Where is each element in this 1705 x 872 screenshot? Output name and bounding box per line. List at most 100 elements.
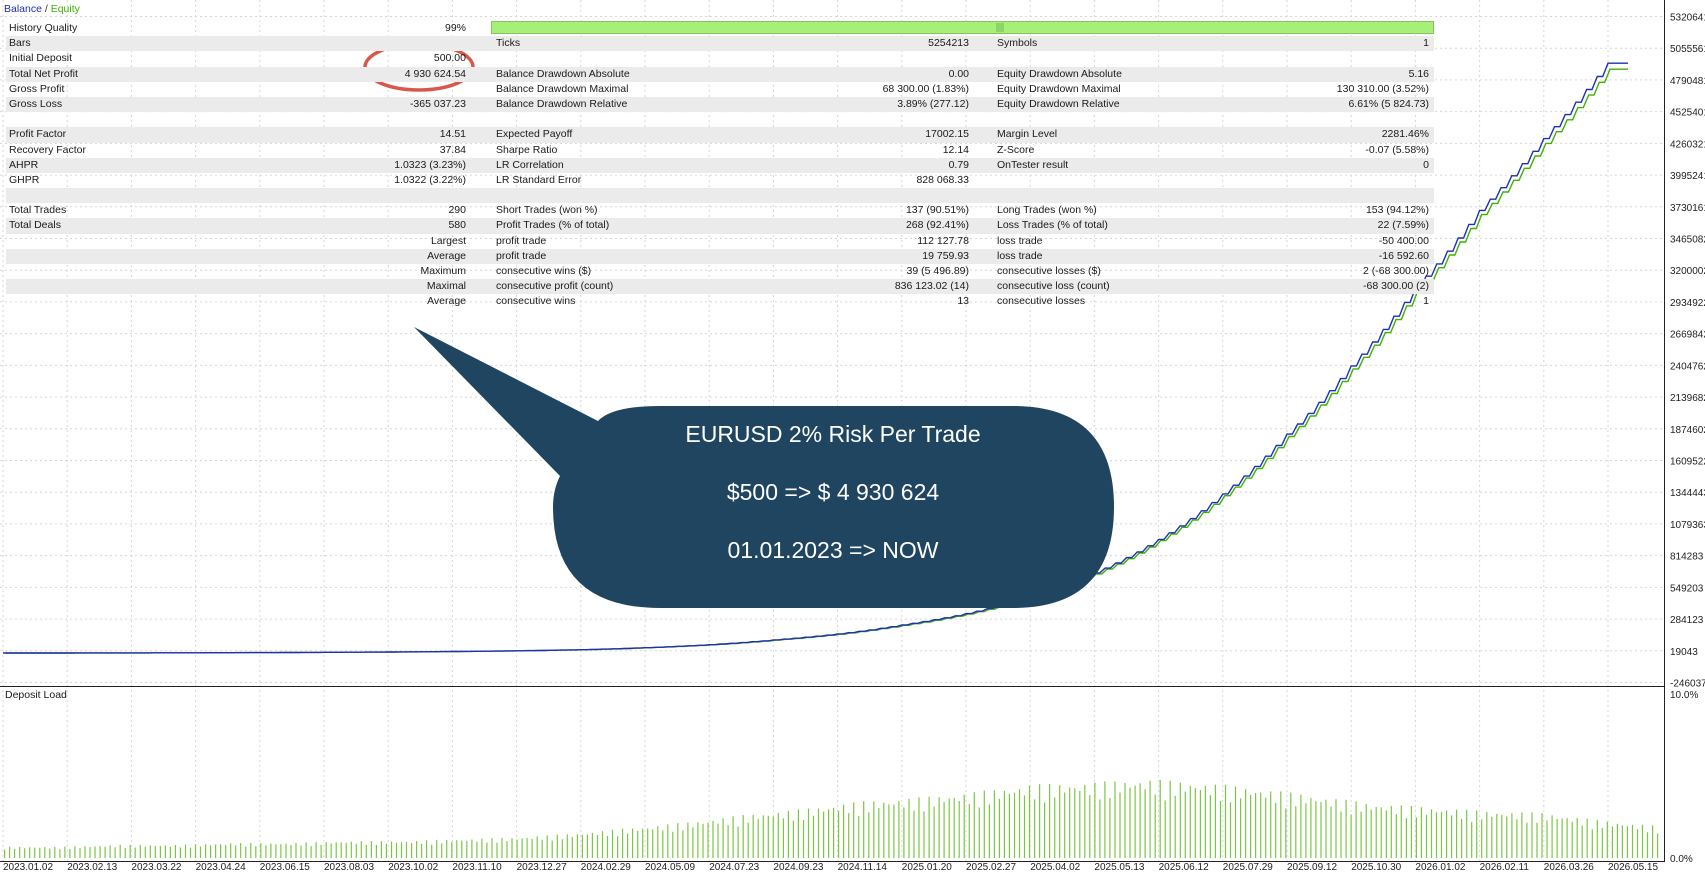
load-bar — [1280, 791, 1282, 858]
load-bar — [883, 802, 885, 858]
load-bar — [1194, 788, 1196, 858]
stats-cell: OnTester result — [997, 158, 1069, 171]
load-bar — [596, 835, 599, 858]
load-bar — [501, 837, 503, 858]
load-bar — [1375, 807, 1377, 858]
legend-balance[interactable]: Balance — [4, 3, 42, 15]
stats-cell: AHPR — [9, 158, 39, 171]
stats-cell: 290 — [448, 204, 466, 217]
stats-cell: profit trade — [496, 249, 547, 262]
load-bar — [1511, 813, 1513, 858]
load-bar — [913, 810, 915, 858]
load-bar — [843, 804, 845, 858]
stats-row: Total Trades 290 Short Trades (won %) 137 (… — [6, 203, 1434, 218]
load-bar — [707, 822, 709, 858]
stats-cell: 5254213 — [928, 37, 969, 50]
load-bar — [1285, 808, 1287, 858]
load-bar — [732, 816, 734, 858]
load-bar — [230, 843, 232, 858]
load-bar — [853, 802, 855, 858]
statistics-table: History Quality 99% Bars Ticks 5254213 Symbol… — [6, 21, 1434, 310]
load-bar — [858, 815, 860, 858]
stats-cell: Balance Drawdown Relative — [496, 97, 628, 110]
load-bar — [1270, 791, 1272, 858]
stats-cell: 2 (-68 300.00) — [1363, 265, 1429, 277]
stats-cell: 836 123.02 (14) — [894, 280, 969, 293]
stats-cell: 6.61% (5 824.73) — [1348, 97, 1429, 110]
x-tick-label: 2025.07.29 — [1223, 862, 1273, 872]
load-bar — [1405, 818, 1407, 858]
stats-row: Recovery Factor 37.84 Sharpe Ratio 12.14 Z-S… — [6, 143, 1434, 158]
stats-cell — [6, 279, 99, 294]
x-tick-label: 2023.08.03 — [324, 862, 374, 872]
load-bar — [637, 830, 639, 858]
stats-cell: Maximal — [426, 280, 466, 293]
load-bar — [1154, 794, 1156, 858]
stats-cell: Initial Deposit — [9, 52, 73, 65]
load-bar — [697, 822, 699, 858]
x-tick-label: 2024.11.14 — [838, 862, 888, 872]
load-bar — [642, 828, 644, 858]
load-bar — [1621, 825, 1623, 858]
load-bar — [722, 818, 724, 858]
load-bar — [59, 849, 61, 858]
load-bar — [471, 839, 473, 858]
load-bar — [1034, 799, 1036, 858]
load-bar — [1657, 833, 1659, 858]
stats-cell — [776, 112, 969, 127]
stats-cell: Z-Score — [997, 143, 1035, 156]
load-bar — [1616, 823, 1618, 858]
load-bar — [1189, 785, 1191, 858]
stats-cell: 1.0322 (3.22%) — [394, 173, 466, 186]
stats-cell — [969, 51, 1297, 66]
y-tick-label: 2669842 — [1670, 330, 1705, 341]
load-bar — [863, 801, 865, 858]
callout-line-3: 01.01.2023 => NOW — [727, 537, 939, 563]
load-bar — [210, 845, 212, 858]
load-bar — [1335, 799, 1337, 858]
load-bar — [672, 831, 674, 858]
load-bar — [702, 823, 704, 858]
load-bar — [571, 837, 573, 858]
load-bar — [767, 815, 769, 858]
x-tick-label: 2025.01.20 — [902, 862, 952, 872]
load-bar — [712, 820, 714, 858]
legend-equity[interactable]: Equity — [51, 3, 80, 15]
load-bar — [566, 834, 568, 858]
load-bar — [953, 798, 955, 858]
load-bar — [928, 796, 930, 858]
load-bar — [74, 846, 76, 858]
load-bar — [1069, 787, 1071, 858]
y-tick-label: 1344443 — [1670, 488, 1705, 499]
stats-cell: Ticks — [496, 37, 521, 50]
load-bar — [1355, 801, 1357, 858]
stats-cell: GHPR — [9, 173, 40, 186]
x-tick-label: 2023.01.02 — [3, 862, 53, 872]
load-bar — [1561, 818, 1563, 858]
load-bar — [405, 841, 408, 858]
load-bar — [958, 801, 960, 858]
stats-cell: 39 (5 496.89) — [906, 265, 969, 277]
y-tick-label: 19043 — [1670, 647, 1698, 658]
load-bar — [29, 847, 31, 858]
load-bar — [275, 844, 277, 858]
load-bar — [34, 847, 36, 858]
load-bar — [1214, 784, 1216, 858]
stats-cell: consecutive loss (count) — [997, 280, 1110, 293]
load-bar — [873, 801, 875, 858]
stats-cell: Equity Drawdown Absolute — [997, 67, 1122, 80]
load-bar — [1079, 791, 1081, 858]
load-bar — [1425, 814, 1428, 858]
load-bar — [1234, 786, 1237, 858]
load-bar — [295, 843, 297, 858]
load-bar — [662, 830, 664, 858]
load-bar — [1370, 809, 1372, 858]
load-bar — [350, 841, 352, 858]
load-bar — [380, 841, 382, 858]
stats-cell — [776, 51, 969, 66]
load-bar — [260, 843, 262, 858]
load-bar — [250, 842, 252, 858]
load-bar — [772, 816, 774, 858]
x-tick-label: 2025.06.12 — [1159, 862, 1209, 872]
load-bar — [1636, 829, 1639, 858]
